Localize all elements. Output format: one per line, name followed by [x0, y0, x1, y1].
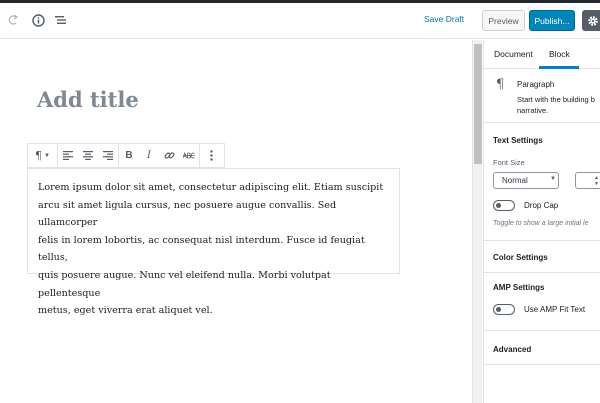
- more-options-icon[interactable]: [200, 144, 222, 167]
- custom-font-size-input[interactable]: ▲ ▼: [575, 172, 600, 189]
- drop-cap-label: Drop Cap: [524, 201, 559, 210]
- post-title-input[interactable]: Add title: [37, 87, 139, 112]
- preview-button[interactable]: Preview: [482, 10, 525, 31]
- amp-fit-text-toggle[interactable]: [493, 304, 515, 315]
- settings-button[interactable]: [582, 10, 600, 31]
- paragraph-line: metus, eget viverra erat aliquet vel.: [38, 305, 213, 317]
- toggle-knob: [496, 306, 501, 312]
- align-left-icon[interactable]: [58, 144, 78, 167]
- gear-icon: [587, 15, 598, 26]
- divider: [484, 330, 600, 331]
- divider: [484, 364, 600, 365]
- settings-sidebar: Document Block ¶ Paragraph Start with th…: [483, 40, 600, 403]
- divider: [484, 272, 600, 273]
- chevron-down-icon: ▼: [550, 176, 556, 182]
- paragraph-icon[interactable]: ¶ ▼: [28, 144, 57, 167]
- sidebar-tabs: Document Block: [484, 40, 600, 69]
- paragraph-block[interactable]: Lorem ipsum dolor sit amet, consectetur …: [27, 168, 400, 316]
- redo-icon[interactable]: [3, 10, 23, 30]
- paragraph-text[interactable]: Lorem ipsum dolor sit amet, consectetur …: [38, 179, 388, 320]
- color-settings-title[interactable]: Color Settings: [493, 253, 548, 262]
- save-draft-link[interactable]: Save Draft: [424, 14, 464, 24]
- editor-scrollbar[interactable]: [472, 40, 482, 403]
- drop-cap-toggle[interactable]: [493, 200, 515, 211]
- drop-cap-help: Toggle to show a large initial le: [493, 220, 589, 227]
- tab-document[interactable]: Document: [494, 49, 533, 59]
- block-description-line: narrative.: [517, 106, 549, 115]
- active-tab-indicator: [539, 66, 579, 69]
- font-size-select[interactable]: Normal ▼: [493, 172, 559, 189]
- editor-canvas: Add title ¶ ▼ B I Lorem ipsum dolor sit …: [0, 40, 472, 403]
- paragraph-icon: ¶: [496, 77, 505, 92]
- publish-button[interactable]: Publish...: [529, 10, 575, 31]
- spinner-icon[interactable]: ▲ ▼: [594, 175, 599, 187]
- info-icon[interactable]: [28, 10, 48, 30]
- tab-block[interactable]: Block: [549, 49, 570, 59]
- paragraph-line: Lorem ipsum dolor sit amet, consectetur …: [38, 182, 384, 193]
- block-description: Start with the building b narrative.: [517, 94, 600, 116]
- block-toolbar: ¶ ▼ B I: [27, 143, 225, 168]
- divider: [484, 240, 600, 241]
- advanced-title[interactable]: Advanced: [493, 345, 531, 354]
- link-icon[interactable]: [159, 144, 179, 167]
- font-size-label: Font Size: [493, 158, 525, 167]
- block-description-line: Start with the building b: [517, 95, 595, 104]
- font-size-value: Normal: [502, 176, 528, 185]
- bold-icon[interactable]: B: [119, 144, 139, 167]
- paragraph-line: arcu sit amet ligula cursus, nec posuere…: [38, 199, 337, 229]
- toggle-knob: [496, 202, 501, 208]
- scrollbar-thumb[interactable]: [474, 44, 482, 164]
- align-right-icon[interactable]: [98, 144, 118, 167]
- text-settings-title[interactable]: Text Settings: [493, 136, 543, 145]
- strikethrough-icon[interactable]: [179, 144, 199, 167]
- block-card: ¶ Paragraph Start with the building b na…: [484, 70, 600, 123]
- paragraph-line: felis in lorem lobortis, ac consequat ni…: [38, 234, 365, 264]
- amp-fit-text-label: Use AMP Fit Text: [524, 305, 586, 314]
- editor-header: Save Draft Preview Publish...: [0, 3, 600, 39]
- paragraph-line: quis posuere augue. Nunc vel eleifend nu…: [38, 269, 331, 299]
- block-name: Paragraph: [517, 80, 555, 89]
- amp-settings-title[interactable]: AMP Settings: [493, 283, 544, 292]
- align-center-icon[interactable]: [78, 144, 98, 167]
- italic-icon[interactable]: I: [139, 144, 159, 167]
- outline-icon[interactable]: [51, 10, 71, 30]
